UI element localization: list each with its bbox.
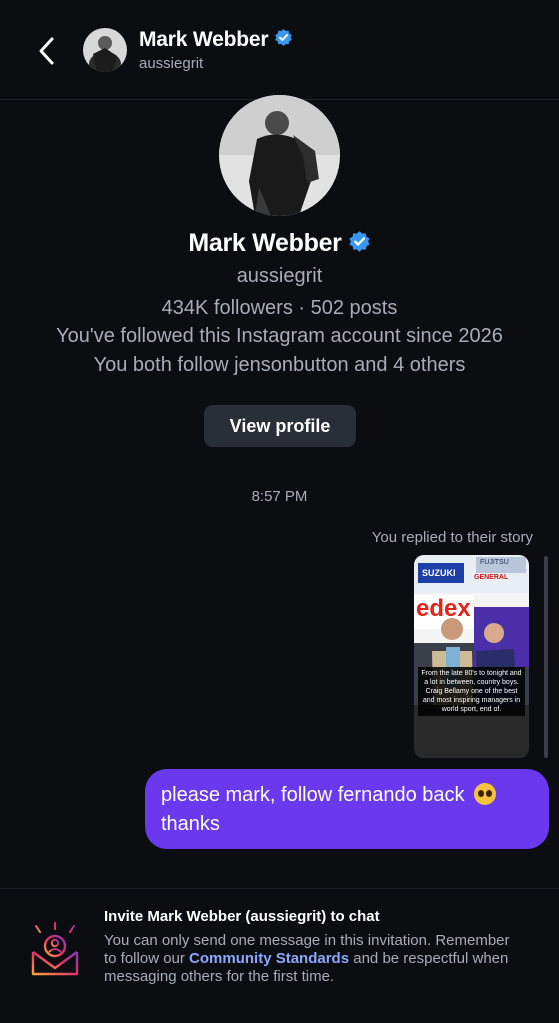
story-caption: From the late 80's to tonight and a lot … <box>418 667 525 716</box>
header-handle: aussiegrit <box>139 55 204 72</box>
story-thumbnail[interactable]: SUZUKI FUJITSU GENERAL edex From the lat… <box>414 555 529 758</box>
message-text-line2: thanks <box>161 813 220 835</box>
profile-name-row: Mark Webber <box>0 229 559 258</box>
header-avatar[interactable] <box>83 28 127 72</box>
verified-badge-icon <box>348 230 371 258</box>
pleading-face-emoji-icon <box>474 783 497 805</box>
message-text-line1: please mark, follow fernando back <box>161 784 465 806</box>
message-timestamp: 8:57 PM <box>251 488 308 505</box>
chat-header: Mark Webber aussiegrit <box>0 0 559 100</box>
profile-name: Mark Webber <box>188 229 342 257</box>
story-sponsor-fujitsu: FUJITSU <box>480 559 509 566</box>
message-bubble[interactable]: please mark, follow fernando back thanks <box>145 769 549 849</box>
follow-since-text: You've followed this Instagram account s… <box>56 325 503 347</box>
profile-stats: 434K followers · 502 posts <box>161 297 398 319</box>
dm-screen: Mark Webber aussiegrit Mark Webber aussi… <box>0 0 559 1023</box>
header-name: Mark Webber <box>139 28 269 51</box>
view-profile-button[interactable]: View profile <box>204 405 356 447</box>
story-banner-text: edex <box>416 595 471 622</box>
scrollbar[interactable] <box>544 556 548 758</box>
invite-title: Invite Mark Webber (aussiegrit) to chat <box>104 908 380 925</box>
verified-badge-icon <box>274 28 293 52</box>
header-name-row[interactable]: Mark Webber <box>139 28 293 52</box>
community-standards-link[interactable]: Community Standards <box>189 950 349 967</box>
profile-handle: aussiegrit <box>236 265 323 287</box>
back-arrow-icon[interactable] <box>30 34 64 68</box>
profile-avatar[interactable] <box>219 95 340 216</box>
mutual-follows-text[interactable]: You both follow jensonbutton and 4 other… <box>0 354 559 377</box>
invite-body: You can only send one message in this in… <box>104 932 524 986</box>
story-reply-label: You replied to their story <box>371 529 533 546</box>
story-sponsor-suzuki: SUZUKI <box>422 568 456 578</box>
invite-envelope-icon <box>30 921 80 978</box>
story-sponsor-general: GENERAL <box>474 574 509 581</box>
